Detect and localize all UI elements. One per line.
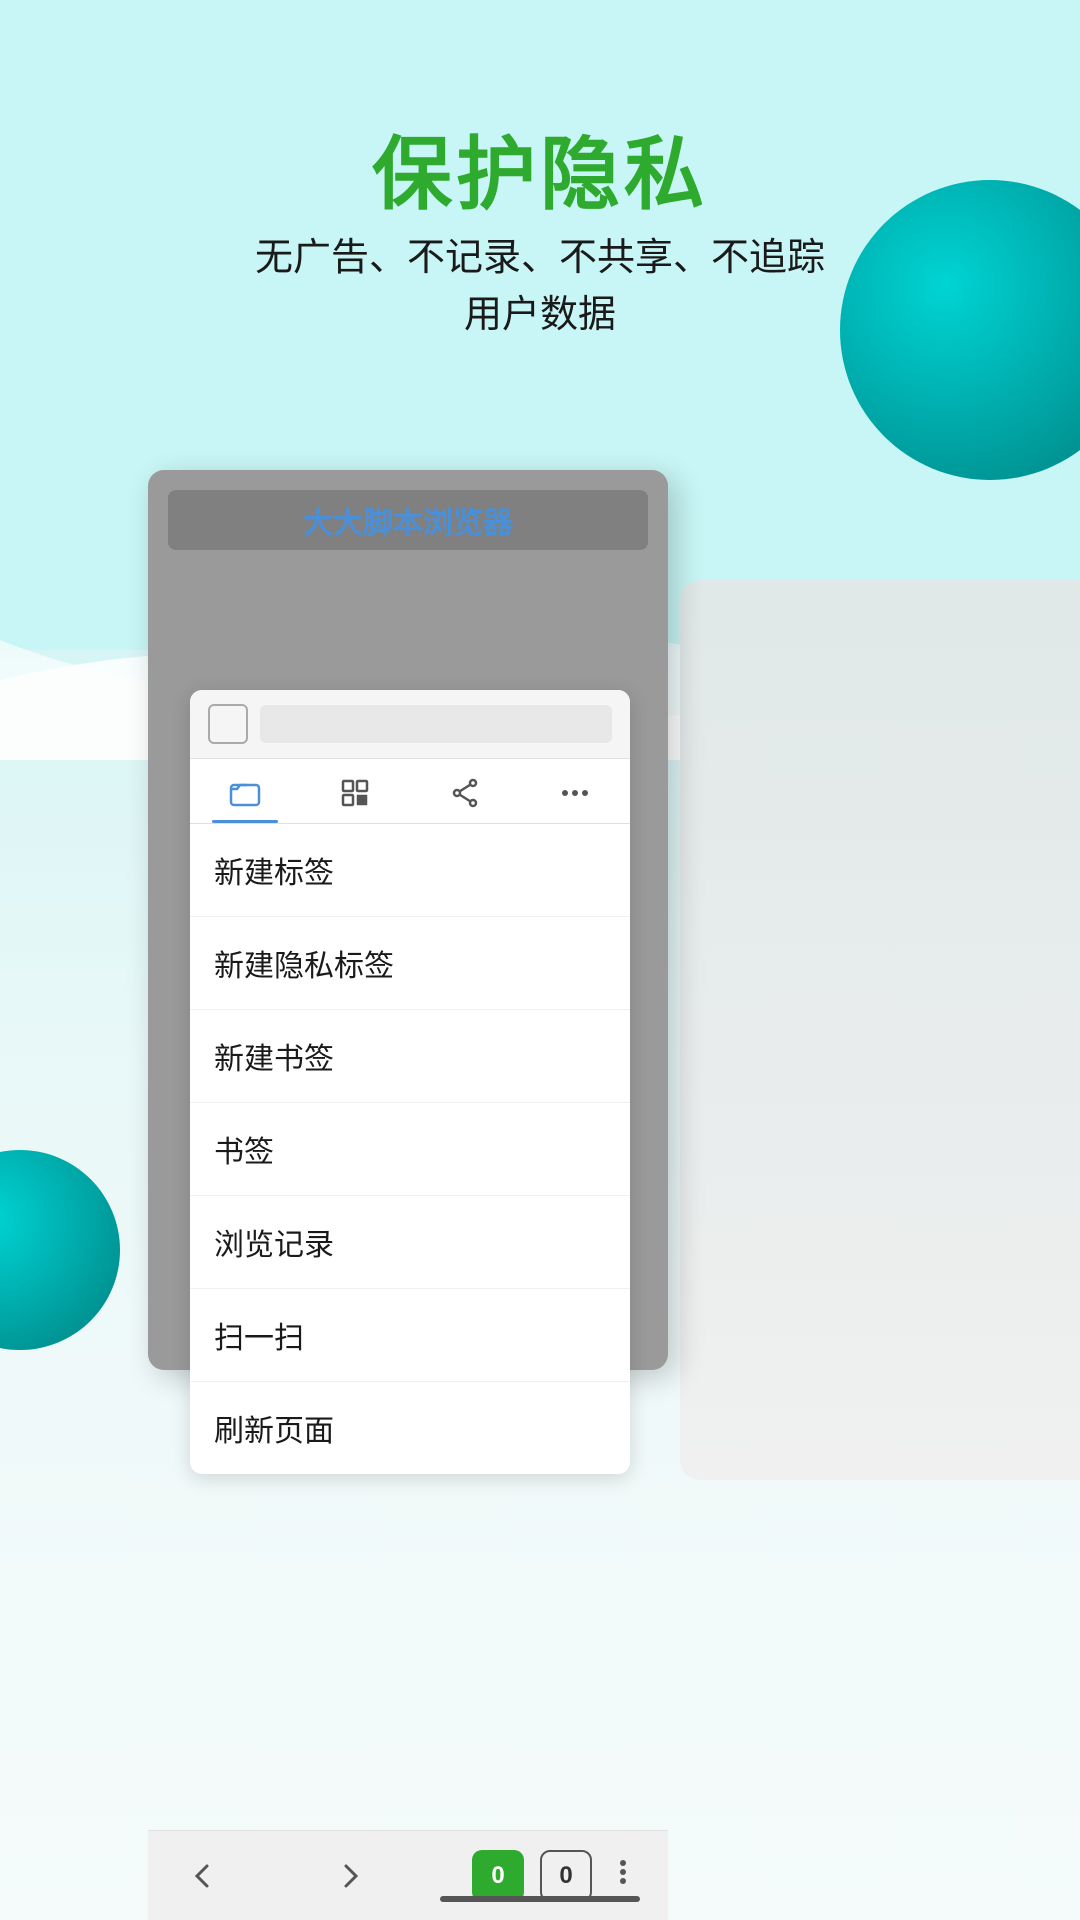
tab-count-outline-button[interactable]: 0 — [540, 1850, 592, 1902]
nav-right-group: 0 0 — [472, 1850, 638, 1902]
menu-item-bookmarks[interactable]: 书签 — [190, 1103, 630, 1196]
bottom-home-indicator — [440, 1896, 640, 1902]
menu-item-new-private-tab[interactable]: 新建隐私标签 — [190, 917, 630, 1010]
browser-title-bar: 大大脚本浏览器 — [168, 490, 648, 550]
vertical-dots-icon — [608, 1857, 638, 1887]
back-arrow-icon — [185, 1858, 221, 1894]
menu-item-scan[interactable]: 扫一扫 — [190, 1289, 630, 1382]
popup-address-bar — [190, 690, 630, 759]
forward-arrow-icon — [332, 1858, 368, 1894]
tab-tabs[interactable] — [190, 759, 300, 823]
address-bar-icon — [208, 704, 248, 744]
browser-title: 大大脚本浏览器 — [183, 498, 633, 542]
folder-icon — [229, 777, 261, 809]
tab-scan[interactable] — [300, 759, 410, 823]
menu-item-new-bookmark[interactable]: 新建书签 — [190, 1010, 630, 1103]
tab-share[interactable] — [410, 759, 520, 823]
tab-count-green-button[interactable]: 0 — [472, 1850, 524, 1902]
menu-item-refresh[interactable]: 刷新页面 — [190, 1382, 630, 1474]
more-options-button[interactable] — [608, 1857, 638, 1894]
white-side-panel — [680, 580, 1080, 1480]
forward-button[interactable] — [325, 1851, 375, 1901]
page-subtitle: 无广告、不记录、不共享、不追踪 用户数据 — [0, 230, 1080, 344]
scan-icon — [339, 777, 371, 809]
subtitle-line1: 无广告、不记录、不共享、不追踪 — [0, 230, 1080, 287]
popup-menu: 新建标签 新建隐私标签 新建书签 书签 浏览记录 扫一扫 刷新页面 — [190, 690, 630, 1474]
share-icon — [449, 777, 481, 809]
menu-item-new-tab[interactable]: 新建标签 — [190, 824, 630, 917]
address-bar-input-field[interactable] — [260, 705, 612, 743]
page-title: 保护隐私 — [0, 110, 1080, 226]
menu-item-history[interactable]: 浏览记录 — [190, 1196, 630, 1289]
subtitle-line2: 用户数据 — [0, 287, 1080, 344]
popup-tab-row — [190, 759, 630, 824]
tab-more[interactable] — [520, 759, 630, 823]
bottom-navigation: 0 0 — [148, 1830, 668, 1920]
back-button[interactable] — [178, 1851, 228, 1901]
more-dots-icon — [559, 777, 591, 809]
